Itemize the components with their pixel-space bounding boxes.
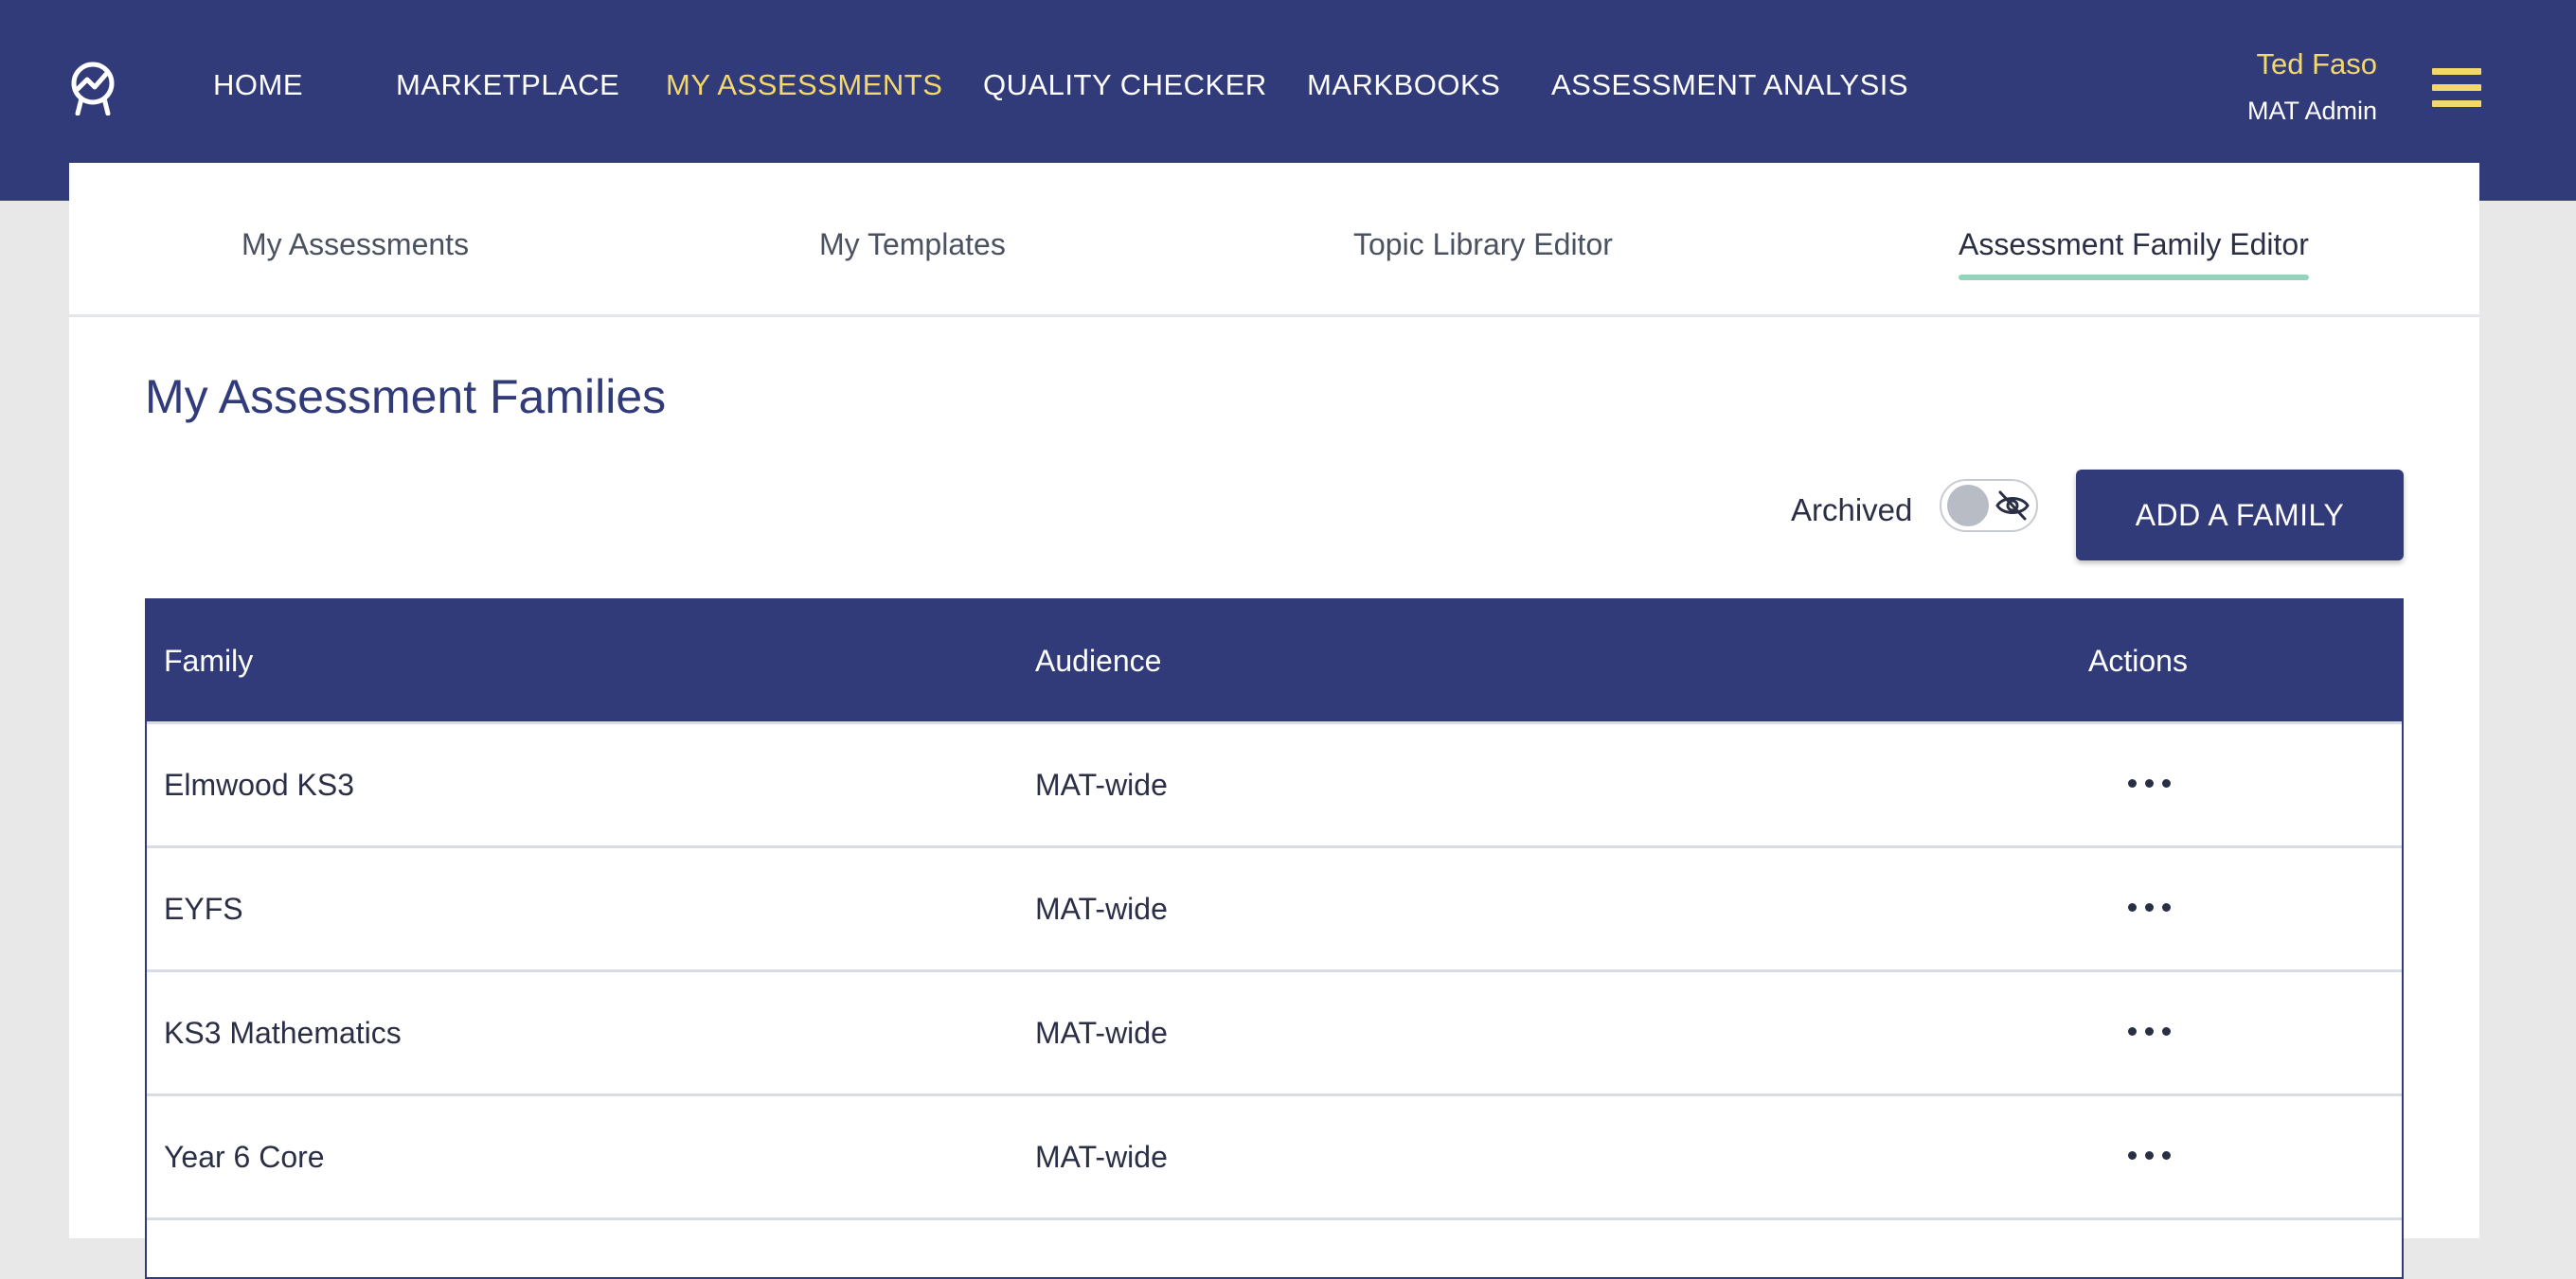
- audience-cell: MAT-wide: [1035, 1016, 1168, 1050]
- archived-toggle[interactable]: [1940, 479, 2038, 532]
- more-horizontal-icon[interactable]: [2126, 1132, 2174, 1180]
- column-header-actions: Actions: [2088, 644, 2188, 678]
- families-table: Family Audience Actions Elmwood KS3 MAT-…: [145, 598, 2404, 1279]
- nav-marketplace[interactable]: MARKETPLACE: [396, 68, 619, 102]
- audience-cell: MAT-wide: [1035, 892, 1168, 926]
- nav-quality-checker[interactable]: QUALITY CHECKER: [983, 68, 1267, 102]
- family-cell: Year 6 Core: [164, 1140, 325, 1174]
- nav-home[interactable]: HOME: [213, 68, 303, 102]
- column-header-family[interactable]: Family: [164, 644, 253, 679]
- tab-label: Topic Library Editor: [1353, 227, 1613, 261]
- nav-assessment-analysis[interactable]: ASSESSMENT ANALYSIS: [1551, 68, 1908, 102]
- add-family-button[interactable]: ADD A FAMILY: [2076, 470, 2404, 560]
- column-header-audience[interactable]: Audience: [1035, 644, 1161, 679]
- more-horizontal-icon[interactable]: [2126, 1008, 2174, 1056]
- family-cell: Elmwood KS3: [164, 768, 354, 802]
- table-row[interactable]: KS3 Mathematics MAT-wide: [147, 969, 2402, 1093]
- toggle-knob: [1947, 485, 1989, 526]
- tab-label: Assessment Family Editor: [1959, 227, 2309, 261]
- hamburger-icon[interactable]: [2432, 68, 2481, 108]
- audience-cell: MAT-wide: [1035, 768, 1168, 802]
- audience-cell: MAT-wide: [1035, 1140, 1168, 1174]
- sub-tabs: My Assessments My Templates Topic Librar…: [69, 163, 2479, 317]
- tab-topic-library-editor[interactable]: Topic Library Editor: [1353, 227, 1613, 262]
- eye-off-icon: [1995, 490, 2030, 521]
- content-card: My Assessments My Templates Topic Librar…: [69, 163, 2479, 1279]
- tab-label: My Templates: [819, 227, 1006, 261]
- user-role: MAT Admin: [2246, 97, 2377, 125]
- tab-my-templates[interactable]: My Templates: [819, 227, 1006, 262]
- archived-label: Archived: [1791, 492, 1913, 527]
- logo-icon[interactable]: [64, 59, 121, 115]
- more-horizontal-icon[interactable]: [2126, 884, 2174, 932]
- active-tab-indicator: [1959, 275, 2309, 280]
- user-name[interactable]: Ted Faso: [2256, 47, 2377, 81]
- tab-label: My Assessments: [242, 227, 470, 261]
- table-row[interactable]: Year 6 Core MAT-wide: [147, 1093, 2402, 1217]
- tab-assessment-family-editor[interactable]: Assessment Family Editor: [1959, 227, 2309, 280]
- family-cell: KS3 Mathematics: [164, 1016, 402, 1050]
- table-row[interactable]: Elmwood KS3 MAT-wide: [147, 721, 2402, 845]
- table-row[interactable]: [147, 1217, 2402, 1277]
- table-header: Family Audience Actions: [147, 600, 2402, 721]
- family-cell: EYFS: [164, 892, 243, 926]
- table-row[interactable]: EYFS MAT-wide: [147, 845, 2402, 969]
- more-horizontal-icon[interactable]: [2126, 760, 2174, 808]
- nav-markbooks[interactable]: MARKBOOKS: [1307, 68, 1500, 102]
- tab-my-assessments[interactable]: My Assessments: [242, 227, 469, 262]
- nav-my-assessments[interactable]: MY ASSESSMENTS: [666, 68, 942, 102]
- page-title: My Assessment Families: [145, 370, 667, 423]
